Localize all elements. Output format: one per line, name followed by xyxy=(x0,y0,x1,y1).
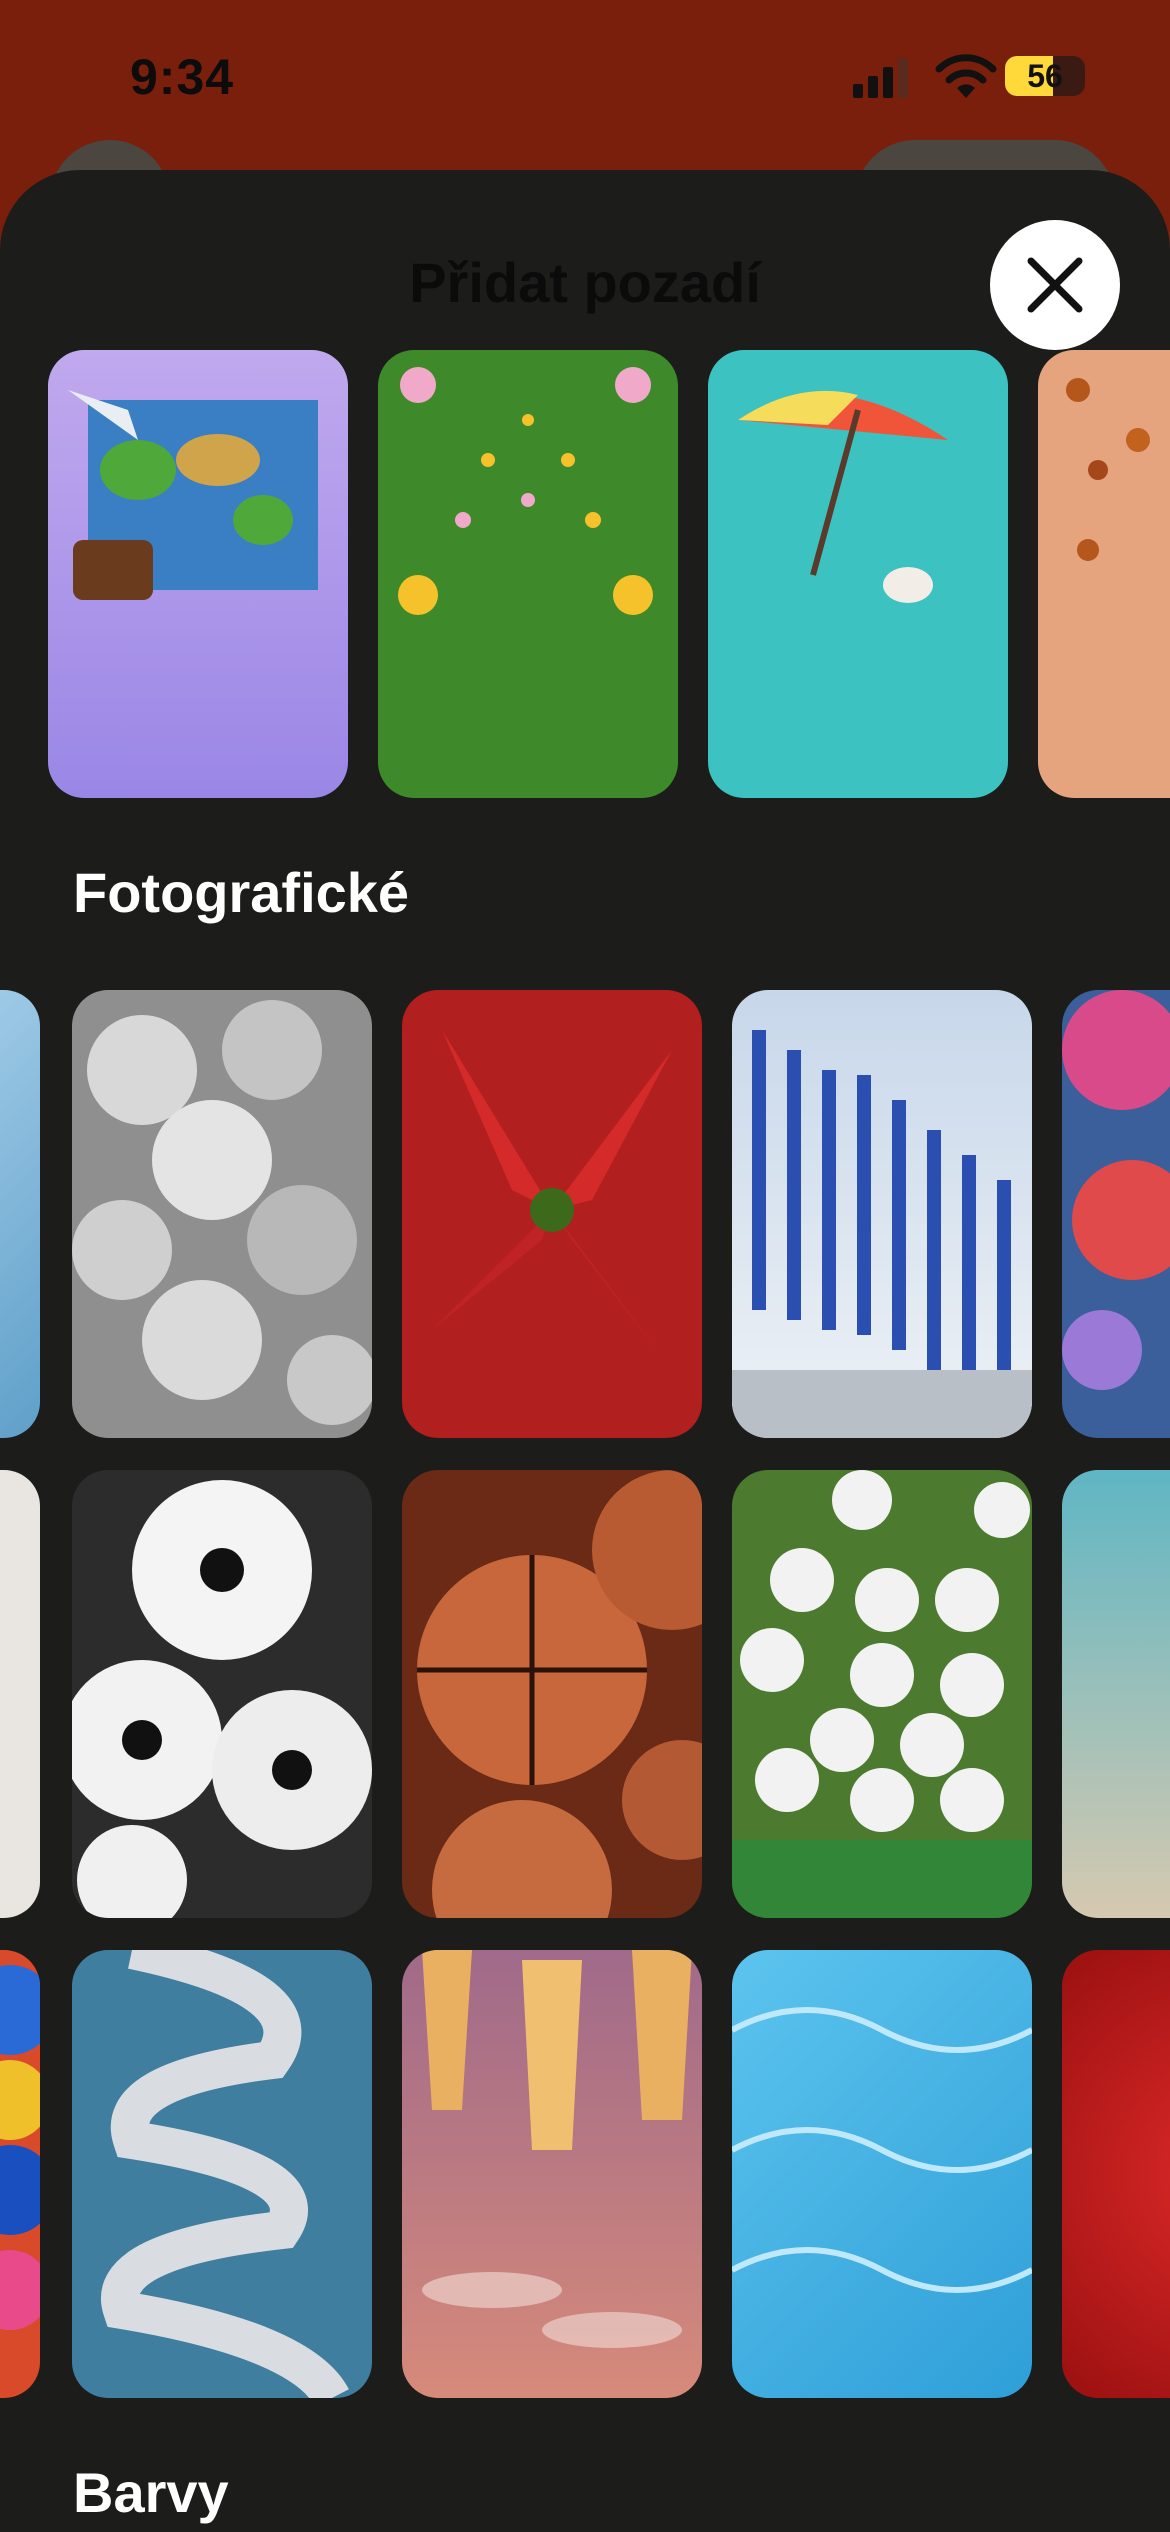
balloons-icon xyxy=(0,1965,40,2330)
basketballs-icon xyxy=(417,1470,702,1918)
cellular-signal-icon xyxy=(853,58,908,98)
poinsettia-icon xyxy=(432,1030,672,1370)
wifi-icon xyxy=(935,54,997,98)
photo-basketballs[interactable] xyxy=(402,1470,702,1918)
pool-water-icon xyxy=(732,2007,1032,2293)
section-title-photographic: Fotografické xyxy=(73,861,410,924)
flower-pattern-icon xyxy=(398,367,653,615)
photo-snow[interactable] xyxy=(0,990,40,1438)
fabric-flowers-icon xyxy=(1062,990,1170,1390)
photo-red-rose[interactable] xyxy=(1062,1950,1170,2398)
photo-ribbon[interactable] xyxy=(72,1950,372,2398)
section-title-colors: Barvy xyxy=(73,2461,229,2524)
status-time: 9:34 xyxy=(130,49,235,105)
ornaments-icon xyxy=(72,1000,372,1425)
autumn-leaves-wallpaper[interactable] xyxy=(1038,350,1170,798)
golf-balls-icon xyxy=(732,1470,1032,1918)
beach-umbrella-icon xyxy=(738,390,948,603)
flowers-wallpaper[interactable] xyxy=(378,350,678,798)
beach-umbrella-wallpaper[interactable] xyxy=(708,350,1008,798)
add-background-sheet: Přidat pozadí Fotografické Barvy xyxy=(0,170,1170,2532)
battery-percent: 56 xyxy=(1027,58,1063,94)
ribbon-icon xyxy=(101,1950,349,2398)
status-bar: 9:34 56 xyxy=(0,0,1170,150)
travel-map-wallpaper[interactable] xyxy=(48,350,348,798)
photo-menorah-candles[interactable] xyxy=(732,990,1032,1438)
photo-sea-water[interactable] xyxy=(1062,1470,1170,1918)
champagne-icon xyxy=(422,1950,692,2348)
photo-baseballs[interactable] xyxy=(0,1470,40,1918)
photo-golf-balls[interactable] xyxy=(732,1470,1032,1918)
candles-icon xyxy=(732,1030,1032,1438)
photo-champagne-glasses[interactable] xyxy=(402,1950,702,2398)
photo-soccer-balls[interactable] xyxy=(72,1470,372,1918)
soccer-balls-icon xyxy=(72,1480,372,1918)
photo-flowers-fabric[interactable] xyxy=(1062,990,1170,1438)
leaves-icon xyxy=(1066,378,1150,561)
close-button[interactable] xyxy=(990,220,1120,350)
close-icon xyxy=(1027,257,1083,313)
battery-icon: 56 xyxy=(1005,56,1085,96)
photo-poinsettia[interactable] xyxy=(402,990,702,1438)
photo-balloons[interactable] xyxy=(0,1950,40,2398)
world-map-icon xyxy=(68,390,318,600)
photo-christmas-ornaments[interactable] xyxy=(72,990,372,1438)
photo-pool-tiles[interactable] xyxy=(732,1950,1032,2398)
